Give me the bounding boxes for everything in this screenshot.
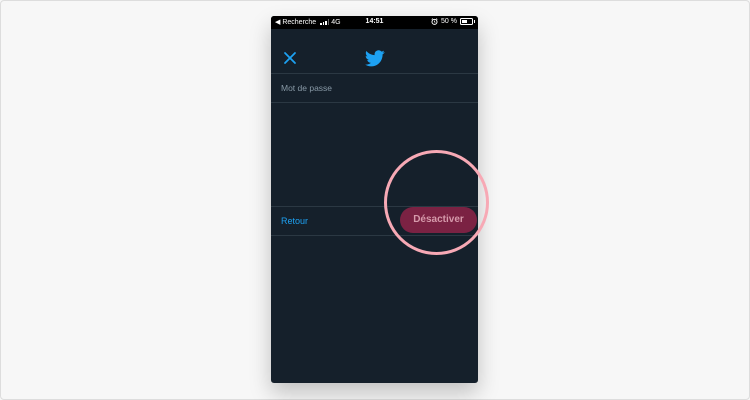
alarm-icon bbox=[431, 18, 438, 25]
password-input[interactable] bbox=[281, 81, 466, 95]
back-link[interactable]: Retour bbox=[281, 216, 308, 226]
navigation-header bbox=[271, 29, 478, 74]
status-right: 50 % bbox=[431, 18, 475, 25]
close-icon[interactable] bbox=[283, 51, 297, 65]
battery-icon bbox=[460, 18, 475, 25]
status-bar: ◀ Recherche 4G 14:51 50 % bbox=[271, 16, 478, 29]
phone-screen: ◀ Recherche 4G 14:51 50 % Retour Désacti… bbox=[271, 16, 478, 383]
battery-label: 50 % bbox=[441, 18, 457, 25]
battery-fill bbox=[462, 20, 467, 23]
action-bar: Retour Désactiver bbox=[271, 206, 478, 236]
deactivate-button[interactable]: Désactiver bbox=[400, 207, 477, 233]
twitter-bird-icon bbox=[365, 50, 385, 67]
password-row bbox=[271, 74, 478, 103]
